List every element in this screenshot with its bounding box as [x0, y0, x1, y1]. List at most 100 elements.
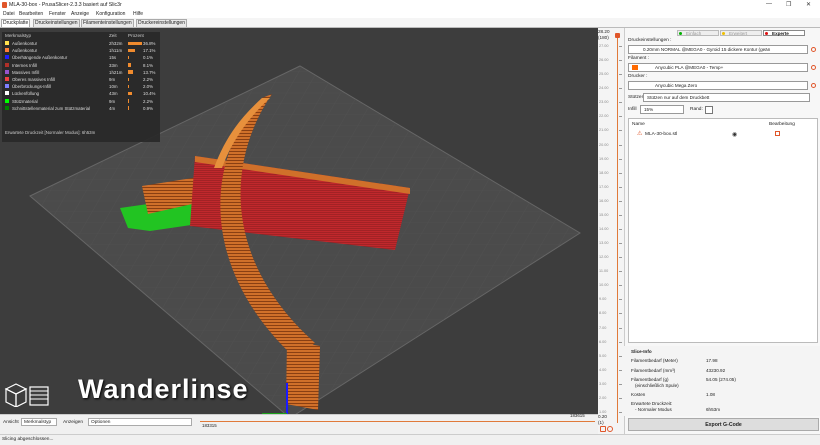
menu-config[interactable]: Konfiguration	[96, 11, 125, 17]
layer-slider[interactable]: 28.20 (180) 27.00 26.00 25.00 24.00 23.00 22.…	[598, 28, 624, 434]
legend-percent: 8.1%	[143, 62, 154, 68]
menu-file[interactable]: Datei	[3, 11, 15, 17]
layer-tick-label: 2.00	[599, 395, 607, 400]
legend-percent: 10.4%	[143, 91, 156, 97]
filament-color-swatch[interactable]	[632, 65, 638, 70]
layer-tick-label: 27.00	[599, 44, 609, 48]
menu-bar: Datei Bearbeiten Fenster Anzeige Konfigu…	[0, 10, 820, 18]
layer-tick-label: 21.00	[599, 128, 609, 133]
tab-printer-settings[interactable]: Druckereinstellungen	[136, 19, 187, 27]
filament-gear-icon[interactable]	[811, 65, 816, 70]
menu-window[interactable]: Fenster	[49, 11, 66, 17]
lock-icon[interactable]	[600, 426, 606, 432]
status-bar: Slicing abgeschlossen...	[0, 434, 820, 445]
legend-row: Stützmaterial 9m 2.2%	[2, 98, 160, 105]
slice-info-panel: Slice-Info Filamentbedarf (Meter) 17.98 …	[624, 346, 820, 416]
layer-tick-mark	[619, 257, 622, 259]
layer-tick-label: 15.00	[599, 212, 609, 217]
layer-tick-label: 12.00	[599, 255, 609, 260]
layer-tick-mark	[619, 214, 622, 216]
layer-tick-label: 6.00	[599, 339, 607, 344]
printer-select[interactable]: Anycubic Mega Zero	[628, 81, 808, 90]
legend-swatch	[5, 105, 9, 110]
slice-info-key-4b: - Normaler Modus	[635, 407, 672, 412]
brim-label: Rand:	[690, 107, 703, 112]
layer-track	[617, 38, 618, 423]
layer-tick-label: 8.00	[599, 311, 607, 316]
print-settings-gear-icon[interactable]	[811, 47, 816, 52]
legend-bar	[128, 55, 129, 60]
legend-time: 9m	[109, 77, 116, 82]
export-gcode-button[interactable]: Export G-Code	[628, 418, 819, 431]
mode-switch: Einfach Erweitert Experte	[676, 29, 820, 37]
layer-tick-label: 24.00	[599, 86, 609, 91]
layer-tick-label: 20.00	[599, 142, 609, 147]
show-options-select[interactable]: Optionen	[88, 418, 192, 426]
legend-swatch	[5, 41, 9, 45]
slice-info-key-3: Kosten	[631, 392, 646, 397]
legend-bar	[128, 106, 129, 110]
layer-tick-mark	[619, 397, 622, 399]
layer-tick-label: 19.00	[599, 156, 609, 161]
legend-header-type: Merkmalstyp	[5, 33, 32, 38]
layer-tick-label: 9.00	[599, 297, 607, 302]
tab-plater[interactable]: Druckplatte	[1, 19, 31, 27]
filament-select[interactable]: Anycubic PLA @MEGA0 - Temp+	[628, 63, 808, 72]
warning-icon: ⚠	[637, 131, 643, 137]
tab-print-settings[interactable]: Druckeinstellungen	[33, 19, 80, 27]
layer-tick-label: 16.00	[599, 198, 609, 203]
main-tabs: Druckplatte Druckeinstellungen Filamente…	[0, 18, 820, 28]
layer-tick-mark	[619, 200, 622, 202]
minimize-button[interactable]: —	[766, 1, 772, 7]
brim-checkbox[interactable]	[705, 106, 713, 114]
legend-swatch	[5, 55, 9, 60]
legend-row: Überhängende Außenkontur 15s 0.1%	[2, 54, 160, 61]
legend-time: 1h11m	[109, 48, 123, 54]
object-list[interactable]: Name Bearbeitung ⚠ MLA-30-box.stl ◉	[628, 118, 818, 343]
printer-gear-icon[interactable]	[811, 83, 816, 88]
legend-feature-name: Außenkontur	[12, 48, 38, 54]
eye-icon[interactable]: ◉	[732, 131, 737, 138]
edit-icon[interactable]	[775, 131, 780, 136]
view-type-select[interactable]: Merkmalstyp	[21, 418, 57, 426]
layer-tick-label: 25.00	[599, 72, 609, 77]
legend-feature-name: Massives Infill	[12, 69, 40, 75]
mode-advanced-dot-icon	[722, 32, 725, 35]
object-name[interactable]: MLA-30-box.stl	[645, 132, 677, 137]
show-label: Anzeigen	[63, 420, 84, 425]
layer-tick-mark	[619, 116, 622, 118]
support-select[interactable]: Stützen nur auf dem Druckbett	[643, 93, 810, 102]
menu-edit[interactable]: Bearbeiten	[19, 11, 43, 17]
legend-percent: 36.8%	[143, 41, 156, 46]
mode-simple-button[interactable]: Einfach	[677, 30, 719, 36]
close-button[interactable]: ✕	[806, 1, 811, 8]
legend-feature-name: Überbrückungs-Infill	[12, 84, 52, 90]
layer-tick-mark	[619, 412, 622, 413]
settings-cog-icon[interactable]	[607, 426, 613, 432]
infill-select[interactable]: 15%	[640, 105, 684, 114]
layer-tick-mark	[619, 271, 622, 273]
hslider-left-value: 183315	[202, 423, 217, 428]
slice-info-title: Slice-Info	[631, 349, 652, 354]
layer-tick-label: 10.00	[599, 283, 609, 288]
cube-logo-icon	[4, 381, 49, 408]
tab-filament-settings[interactable]: Filamenteinstellungen	[81, 19, 134, 27]
layer-tick-label: 17.00	[599, 184, 609, 189]
maximize-button[interactable]: ❐	[786, 1, 791, 8]
layer-tick-mark	[619, 229, 622, 230]
legend-header-time: Zeit	[109, 33, 117, 38]
mode-expert-button[interactable]: Experte	[763, 30, 805, 36]
mode-advanced-button[interactable]: Erweitert	[720, 30, 762, 36]
layer-tick-mark	[619, 355, 622, 357]
layer-top-value: 28.20	[598, 29, 610, 34]
horizontal-slider-track[interactable]	[200, 421, 595, 422]
layer-tick-label: 13.00	[599, 241, 609, 246]
window-title: MLA-30-box - PrusaSlicer-2.3.3 basiert a…	[9, 2, 122, 8]
menu-help[interactable]: Hilfe	[133, 11, 143, 17]
legend-time: 15s	[109, 55, 117, 61]
menu-view[interactable]: Anzeige	[71, 11, 89, 17]
legend-percent: 2.2%	[143, 98, 154, 104]
print-settings-select[interactable]: 0.20mm NORMAL @MEGA0 - Gyroid 15 dickere…	[628, 45, 808, 54]
slice-info-value-1: 43230.92	[706, 368, 726, 373]
layer-tick-mark	[619, 46, 622, 47]
